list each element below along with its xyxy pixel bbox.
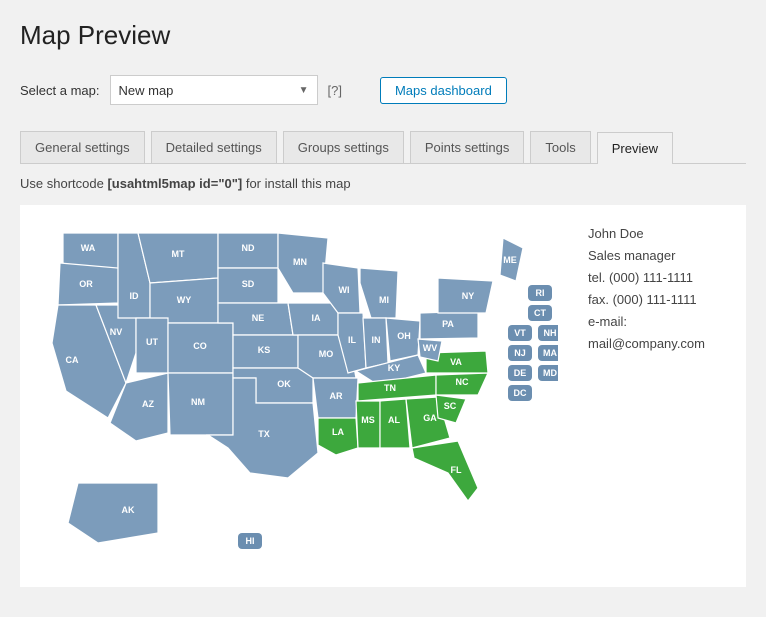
state-sc[interactable] [436, 395, 466, 423]
shortcode-suffix: for install this map [242, 176, 350, 191]
state-ia[interactable] [288, 303, 338, 335]
state-mn[interactable] [278, 233, 328, 293]
state-co[interactable] [168, 323, 233, 373]
state-pill-label-ri: RI [536, 288, 545, 298]
state-or[interactable] [58, 263, 118, 305]
state-ks[interactable] [233, 335, 298, 368]
page-title: Map Preview [20, 20, 746, 51]
state-oh[interactable] [386, 318, 420, 361]
contact-email: e-mail: mail@company.com [588, 311, 728, 355]
usa-map[interactable]: WAORCANVIDMTWYUTAZCONMNDSDNEKSOKTXMNIAMO… [38, 223, 558, 563]
state-pill-label-hi: HI [246, 536, 255, 546]
map-select-value: New map [119, 83, 174, 98]
state-pill-label-vt: VT [514, 328, 526, 338]
state-nc[interactable] [436, 373, 488, 395]
state-wv[interactable] [418, 339, 442, 361]
state-ny[interactable] [438, 278, 493, 313]
state-in[interactable] [363, 318, 388, 368]
help-link[interactable]: [?] [328, 83, 342, 98]
state-nd[interactable] [218, 233, 278, 268]
contact-info: John Doe Sales manager tel. (000) 111-11… [588, 223, 728, 356]
contact-fax: fax. (000) 111-1111 [588, 289, 728, 311]
state-ar[interactable] [313, 378, 358, 418]
preview-panel: WAORCANVIDMTWYUTAZCONMNDSDNEKSOKTXMNIAMO… [20, 205, 746, 587]
map-selector-row: Select a map: New map ▼ [?] Maps dashboa… [20, 75, 746, 105]
state-pill-label-nh: NH [544, 328, 557, 338]
shortcode-code: [usahtml5map id="0"] [107, 176, 242, 191]
state-ut[interactable] [136, 318, 168, 373]
state-ms[interactable] [356, 401, 380, 448]
state-pill-label-ma: MA [543, 348, 557, 358]
contact-role: Sales manager [588, 245, 728, 267]
state-la[interactable] [318, 418, 358, 455]
state-mt[interactable] [138, 233, 218, 283]
state-wy[interactable] [150, 278, 218, 323]
maps-dashboard-button[interactable]: Maps dashboard [380, 77, 507, 104]
chevron-down-icon: ▼ [299, 85, 309, 96]
state-nm[interactable] [168, 373, 233, 435]
contact-name: John Doe [588, 223, 728, 245]
shortcode-prefix: Use shortcode [20, 176, 107, 191]
tab-general-settings[interactable]: General settings [20, 131, 145, 163]
state-al[interactable] [380, 399, 410, 448]
shortcode-instruction: Use shortcode [usahtml5map id="0"] for i… [20, 176, 746, 191]
tab-points-settings[interactable]: Points settings [410, 131, 525, 163]
tab-preview[interactable]: Preview [597, 132, 673, 164]
state-mi[interactable] [360, 268, 398, 318]
state-pill-label-nj: NJ [514, 348, 526, 358]
state-pa[interactable] [420, 311, 478, 339]
state-me[interactable] [500, 238, 523, 281]
tab-detailed-settings[interactable]: Detailed settings [151, 131, 277, 163]
state-pill-label-dc: DC [514, 388, 527, 398]
tab-groups-settings[interactable]: Groups settings [283, 131, 404, 163]
tab-tools[interactable]: Tools [530, 131, 590, 163]
tabs-nav: General settingsDetailed settingsGroups … [20, 131, 746, 164]
state-pill-label-de: DE [514, 368, 527, 378]
state-ak[interactable] [68, 483, 158, 543]
state-pill-label-md: MD [543, 368, 557, 378]
state-sd[interactable] [218, 268, 278, 303]
contact-tel: tel. (000) 111-1111 [588, 267, 728, 289]
map-select-dropdown[interactable]: New map ▼ [110, 75, 318, 105]
state-pill-label-ct: CT [534, 308, 546, 318]
select-map-label: Select a map: [20, 83, 100, 98]
state-fl[interactable] [412, 441, 478, 501]
